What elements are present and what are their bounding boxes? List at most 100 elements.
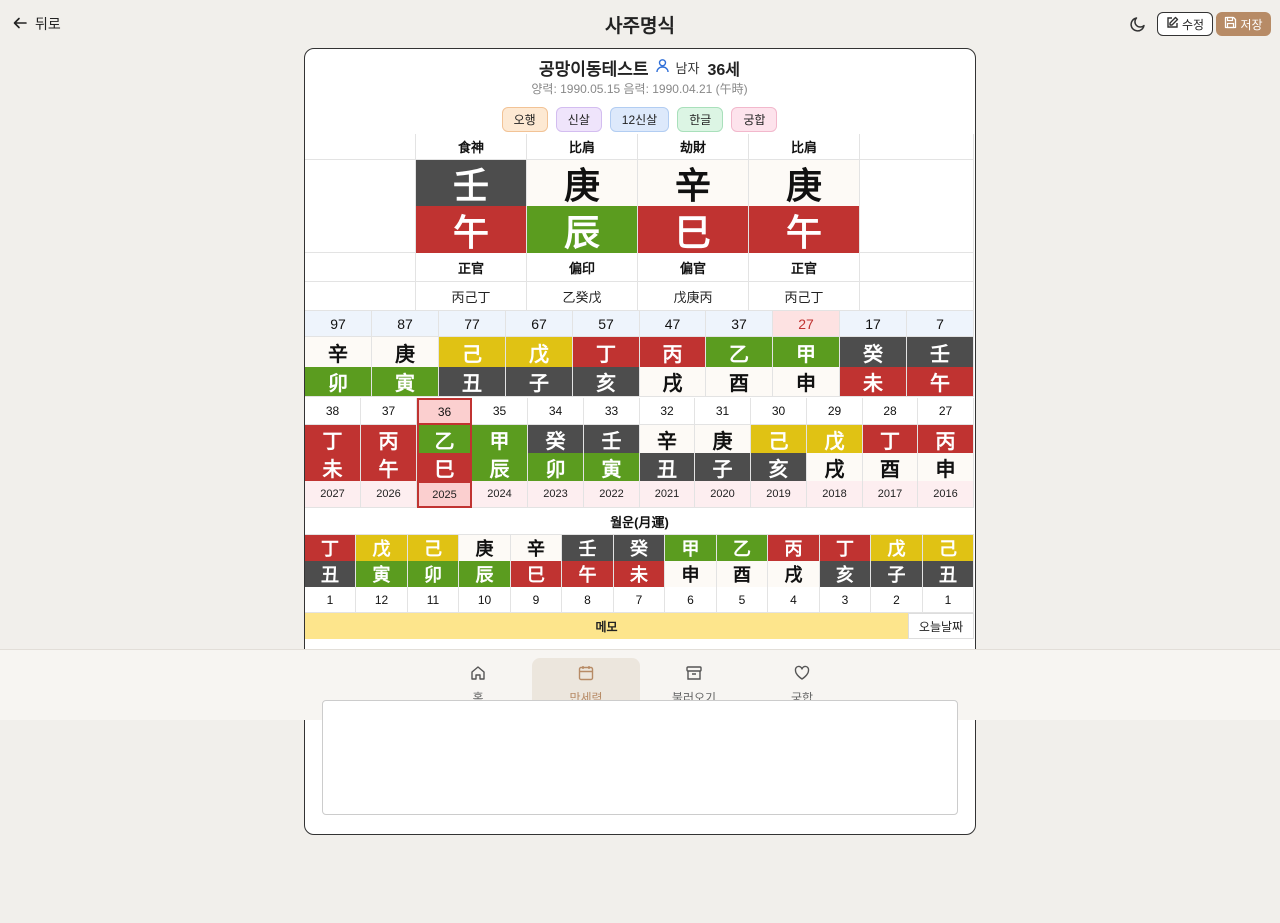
sewoon-year[interactable]: 2022 xyxy=(584,481,640,508)
sewoon-stem[interactable]: 辛 xyxy=(640,425,695,453)
daewoon-age[interactable]: 87 xyxy=(372,311,439,337)
daewoon-stem[interactable]: 乙 xyxy=(706,337,773,367)
daewoon-branch[interactable]: 未 xyxy=(840,367,907,397)
sewoon-stem[interactable]: 甲 xyxy=(472,425,528,453)
wolwoon-branch[interactable]: 申 xyxy=(665,561,717,587)
sewoon-stem[interactable]: 丁 xyxy=(863,425,918,453)
daewoon-age[interactable]: 57 xyxy=(573,311,640,337)
daewoon-branch[interactable]: 寅 xyxy=(372,367,439,397)
wolwoon-stem[interactable]: 甲 xyxy=(665,535,717,561)
dark-mode-toggle[interactable] xyxy=(1129,15,1147,38)
wolwoon-month[interactable]: 3 xyxy=(820,587,871,613)
wolwoon-branch[interactable]: 丑 xyxy=(923,561,974,587)
daewoon-branch[interactable]: 子 xyxy=(506,367,573,397)
sewoon-stem[interactable]: 己 xyxy=(751,425,807,453)
daewoon-branch[interactable]: 申 xyxy=(773,367,840,397)
wolwoon-branch[interactable]: 未 xyxy=(614,561,665,587)
sewoon-year[interactable]: 2018 xyxy=(807,481,863,508)
sewoon-branch[interactable]: 亥 xyxy=(751,453,807,481)
wolwoon-stem[interactable]: 辛 xyxy=(511,535,562,561)
sewoon-year[interactable]: 2017 xyxy=(863,481,918,508)
wolwoon-month[interactable]: 1 xyxy=(305,587,356,613)
sewoon-age[interactable]: 34 xyxy=(528,398,584,425)
wolwoon-stem[interactable]: 戊 xyxy=(356,535,408,561)
sewoon-year[interactable]: 2016 xyxy=(918,481,974,508)
wolwoon-stem[interactable]: 己 xyxy=(923,535,974,561)
sewoon-year[interactable]: 2021 xyxy=(640,481,695,508)
sewoon-year[interactable]: 2025 xyxy=(417,481,472,508)
sewoon-branch[interactable]: 酉 xyxy=(863,453,918,481)
sewoon-age[interactable]: 31 xyxy=(695,398,751,425)
sewoon-branch[interactable]: 戌 xyxy=(807,453,863,481)
daewoon-branch[interactable]: 亥 xyxy=(573,367,640,397)
wolwoon-month[interactable]: 11 xyxy=(408,587,459,613)
wolwoon-month[interactable]: 8 xyxy=(562,587,614,613)
sewoon-age[interactable]: 30 xyxy=(751,398,807,425)
daewoon-stem[interactable]: 辛 xyxy=(305,337,372,367)
daewoon-age[interactable]: 47 xyxy=(640,311,706,337)
daewoon-age[interactable]: 77 xyxy=(439,311,506,337)
daewoon-age[interactable]: 97 xyxy=(305,311,372,337)
sewoon-stem[interactable]: 乙 xyxy=(417,425,472,453)
chip-2[interactable]: 12신살 xyxy=(609,107,670,132)
chip-1[interactable]: 신살 xyxy=(555,107,602,132)
wolwoon-month[interactable]: 4 xyxy=(768,587,820,613)
daewoon-branch[interactable]: 午 xyxy=(907,367,974,397)
wolwoon-month[interactable]: 10 xyxy=(459,587,511,613)
sewoon-year[interactable]: 2026 xyxy=(361,481,417,508)
sewoon-branch[interactable]: 巳 xyxy=(417,453,472,481)
daewoon-stem[interactable]: 己 xyxy=(439,337,506,367)
daewoon-branch[interactable]: 戌 xyxy=(640,367,706,397)
chip-4[interactable]: 궁합 xyxy=(731,107,778,132)
daewoon-age[interactable]: 67 xyxy=(506,311,573,337)
wolwoon-branch[interactable]: 戌 xyxy=(768,561,820,587)
sewoon-year[interactable]: 2024 xyxy=(472,481,528,508)
sewoon-year[interactable]: 2019 xyxy=(751,481,807,508)
sewoon-branch[interactable]: 丑 xyxy=(640,453,695,481)
chip-0[interactable]: 오행 xyxy=(501,107,548,132)
sewoon-age[interactable]: 36 xyxy=(417,398,472,425)
edit-button[interactable]: 수정 xyxy=(1157,12,1213,36)
sewoon-branch[interactable]: 卯 xyxy=(528,453,584,481)
sewoon-year[interactable]: 2023 xyxy=(528,481,584,508)
sewoon-year[interactable]: 2027 xyxy=(305,481,361,508)
daewoon-branch[interactable]: 卯 xyxy=(305,367,372,397)
daewoon-stem[interactable]: 癸 xyxy=(840,337,907,367)
wolwoon-stem[interactable]: 庚 xyxy=(459,535,511,561)
daewoon-stem[interactable]: 庚 xyxy=(372,337,439,367)
wolwoon-stem[interactable]: 己 xyxy=(408,535,459,561)
daewoon-stem[interactable]: 甲 xyxy=(773,337,840,367)
save-button[interactable]: 저장 xyxy=(1216,12,1271,36)
daewoon-age[interactable]: 37 xyxy=(706,311,773,337)
wolwoon-branch[interactable]: 酉 xyxy=(717,561,768,587)
sewoon-branch[interactable]: 子 xyxy=(695,453,751,481)
wolwoon-stem[interactable]: 乙 xyxy=(717,535,768,561)
wolwoon-month[interactable]: 1 xyxy=(923,587,974,613)
sewoon-stem[interactable]: 戊 xyxy=(807,425,863,453)
sewoon-stem[interactable]: 丁 xyxy=(305,425,361,453)
daewoon-stem[interactable]: 丙 xyxy=(640,337,706,367)
today-button[interactable]: 오늘날짜 xyxy=(908,613,974,639)
wolwoon-branch[interactable]: 寅 xyxy=(356,561,408,587)
daewoon-branch[interactable]: 酉 xyxy=(706,367,773,397)
sewoon-branch[interactable]: 辰 xyxy=(472,453,528,481)
sewoon-stem[interactable]: 庚 xyxy=(695,425,751,453)
wolwoon-stem[interactable]: 戊 xyxy=(871,535,923,561)
sewoon-branch[interactable]: 寅 xyxy=(584,453,640,481)
wolwoon-stem[interactable]: 丁 xyxy=(305,535,356,561)
daewoon-age[interactable]: 17 xyxy=(840,311,907,337)
daewoon-age[interactable]: 7 xyxy=(907,311,974,337)
sewoon-age[interactable]: 27 xyxy=(918,398,974,425)
daewoon-stem[interactable]: 壬 xyxy=(907,337,974,367)
wolwoon-stem[interactable]: 壬 xyxy=(562,535,614,561)
sewoon-age[interactable]: 35 xyxy=(472,398,528,425)
memo-textarea[interactable] xyxy=(322,700,958,815)
daewoon-branch[interactable]: 丑 xyxy=(439,367,506,397)
wolwoon-stem[interactable]: 丁 xyxy=(820,535,871,561)
wolwoon-month[interactable]: 2 xyxy=(871,587,923,613)
sewoon-stem[interactable]: 壬 xyxy=(584,425,640,453)
sewoon-age[interactable]: 29 xyxy=(807,398,863,425)
wolwoon-month[interactable]: 9 xyxy=(511,587,562,613)
wolwoon-branch[interactable]: 丑 xyxy=(305,561,356,587)
sewoon-age[interactable]: 28 xyxy=(863,398,918,425)
